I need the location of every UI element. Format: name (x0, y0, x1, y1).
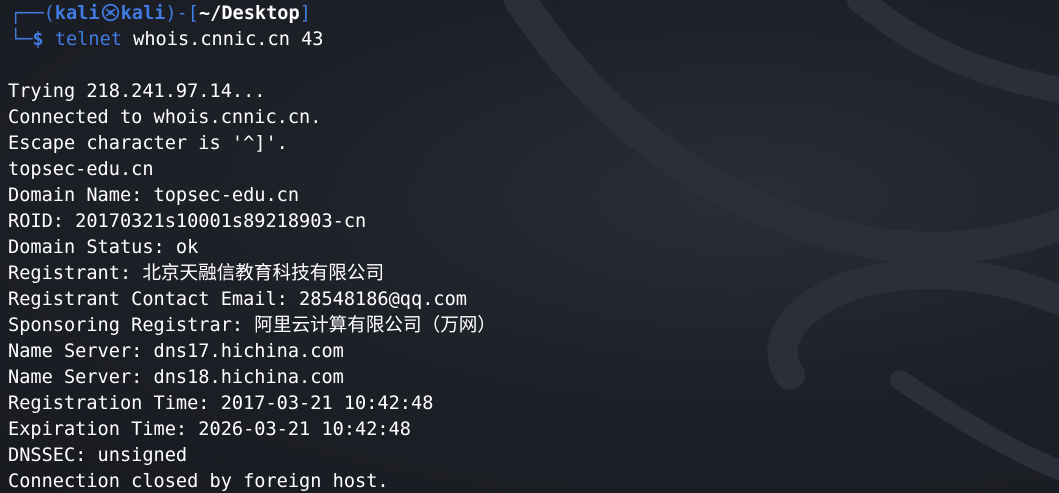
output-line: Name Server: dns18.hichina.com (8, 367, 344, 388)
command-name: telnet (54, 29, 122, 50)
command-args: whois.cnnic.cn 43 (133, 29, 324, 50)
prompt-frame-open: ┌──( (10, 3, 55, 24)
output-line: Escape character is '^]'. (8, 133, 288, 154)
output-line: Registrant: 北京天融信教育科技有限公司 (8, 263, 385, 284)
kali-skull-icon (101, 3, 119, 22)
prompt-host: kali (120, 3, 166, 24)
output-line: Name Server: dns17.hichina.com (8, 341, 344, 362)
output-line: Sponsoring Registrar: 阿里云计算有限公司（万网） (8, 315, 496, 336)
output-line: DNSSEC: unsigned (8, 445, 188, 466)
output-line: Registration Time: 2017-03-21 10:42:48 (8, 393, 434, 414)
prompt-frame-mid: )-[ (165, 3, 199, 24)
output-line: Connection closed by foreign host. (8, 471, 389, 492)
prompt-second-prefix: └─ (10, 29, 33, 50)
terminal-window[interactable]: ┌──(kali kali)-[~/Desktop] └─$ telnet who… (0, 0, 1059, 493)
output-line: Expiration Time: 2026-03-21 10:42:48 (8, 419, 411, 440)
output-line: Connected to whois.cnnic.cn. (8, 107, 322, 128)
output-line: Domain Name: topsec-edu.cn (8, 185, 300, 206)
prompt-cwd: ~/Desktop (198, 3, 300, 24)
prompt-user: kali (54, 3, 100, 24)
output-line: ROID: 20170321s10001s89218903-cn (8, 211, 367, 232)
output-line: Trying 218.241.97.14... (8, 81, 266, 102)
output-line: topsec-edu.cn (8, 159, 154, 180)
output-line: Domain Status: ok (8, 237, 199, 258)
prompt-header-line: ┌──(kali kali)-[~/Desktop] (10, 1, 311, 27)
command-line[interactable]: └─$ telnet whois.cnnic.cn 43 (10, 27, 323, 53)
prompt-frame-close: ] (299, 3, 311, 24)
prompt-dollar: $ (32, 29, 44, 50)
output-line: Registrant Contact Email: 28548186@qq.co… (8, 289, 467, 310)
